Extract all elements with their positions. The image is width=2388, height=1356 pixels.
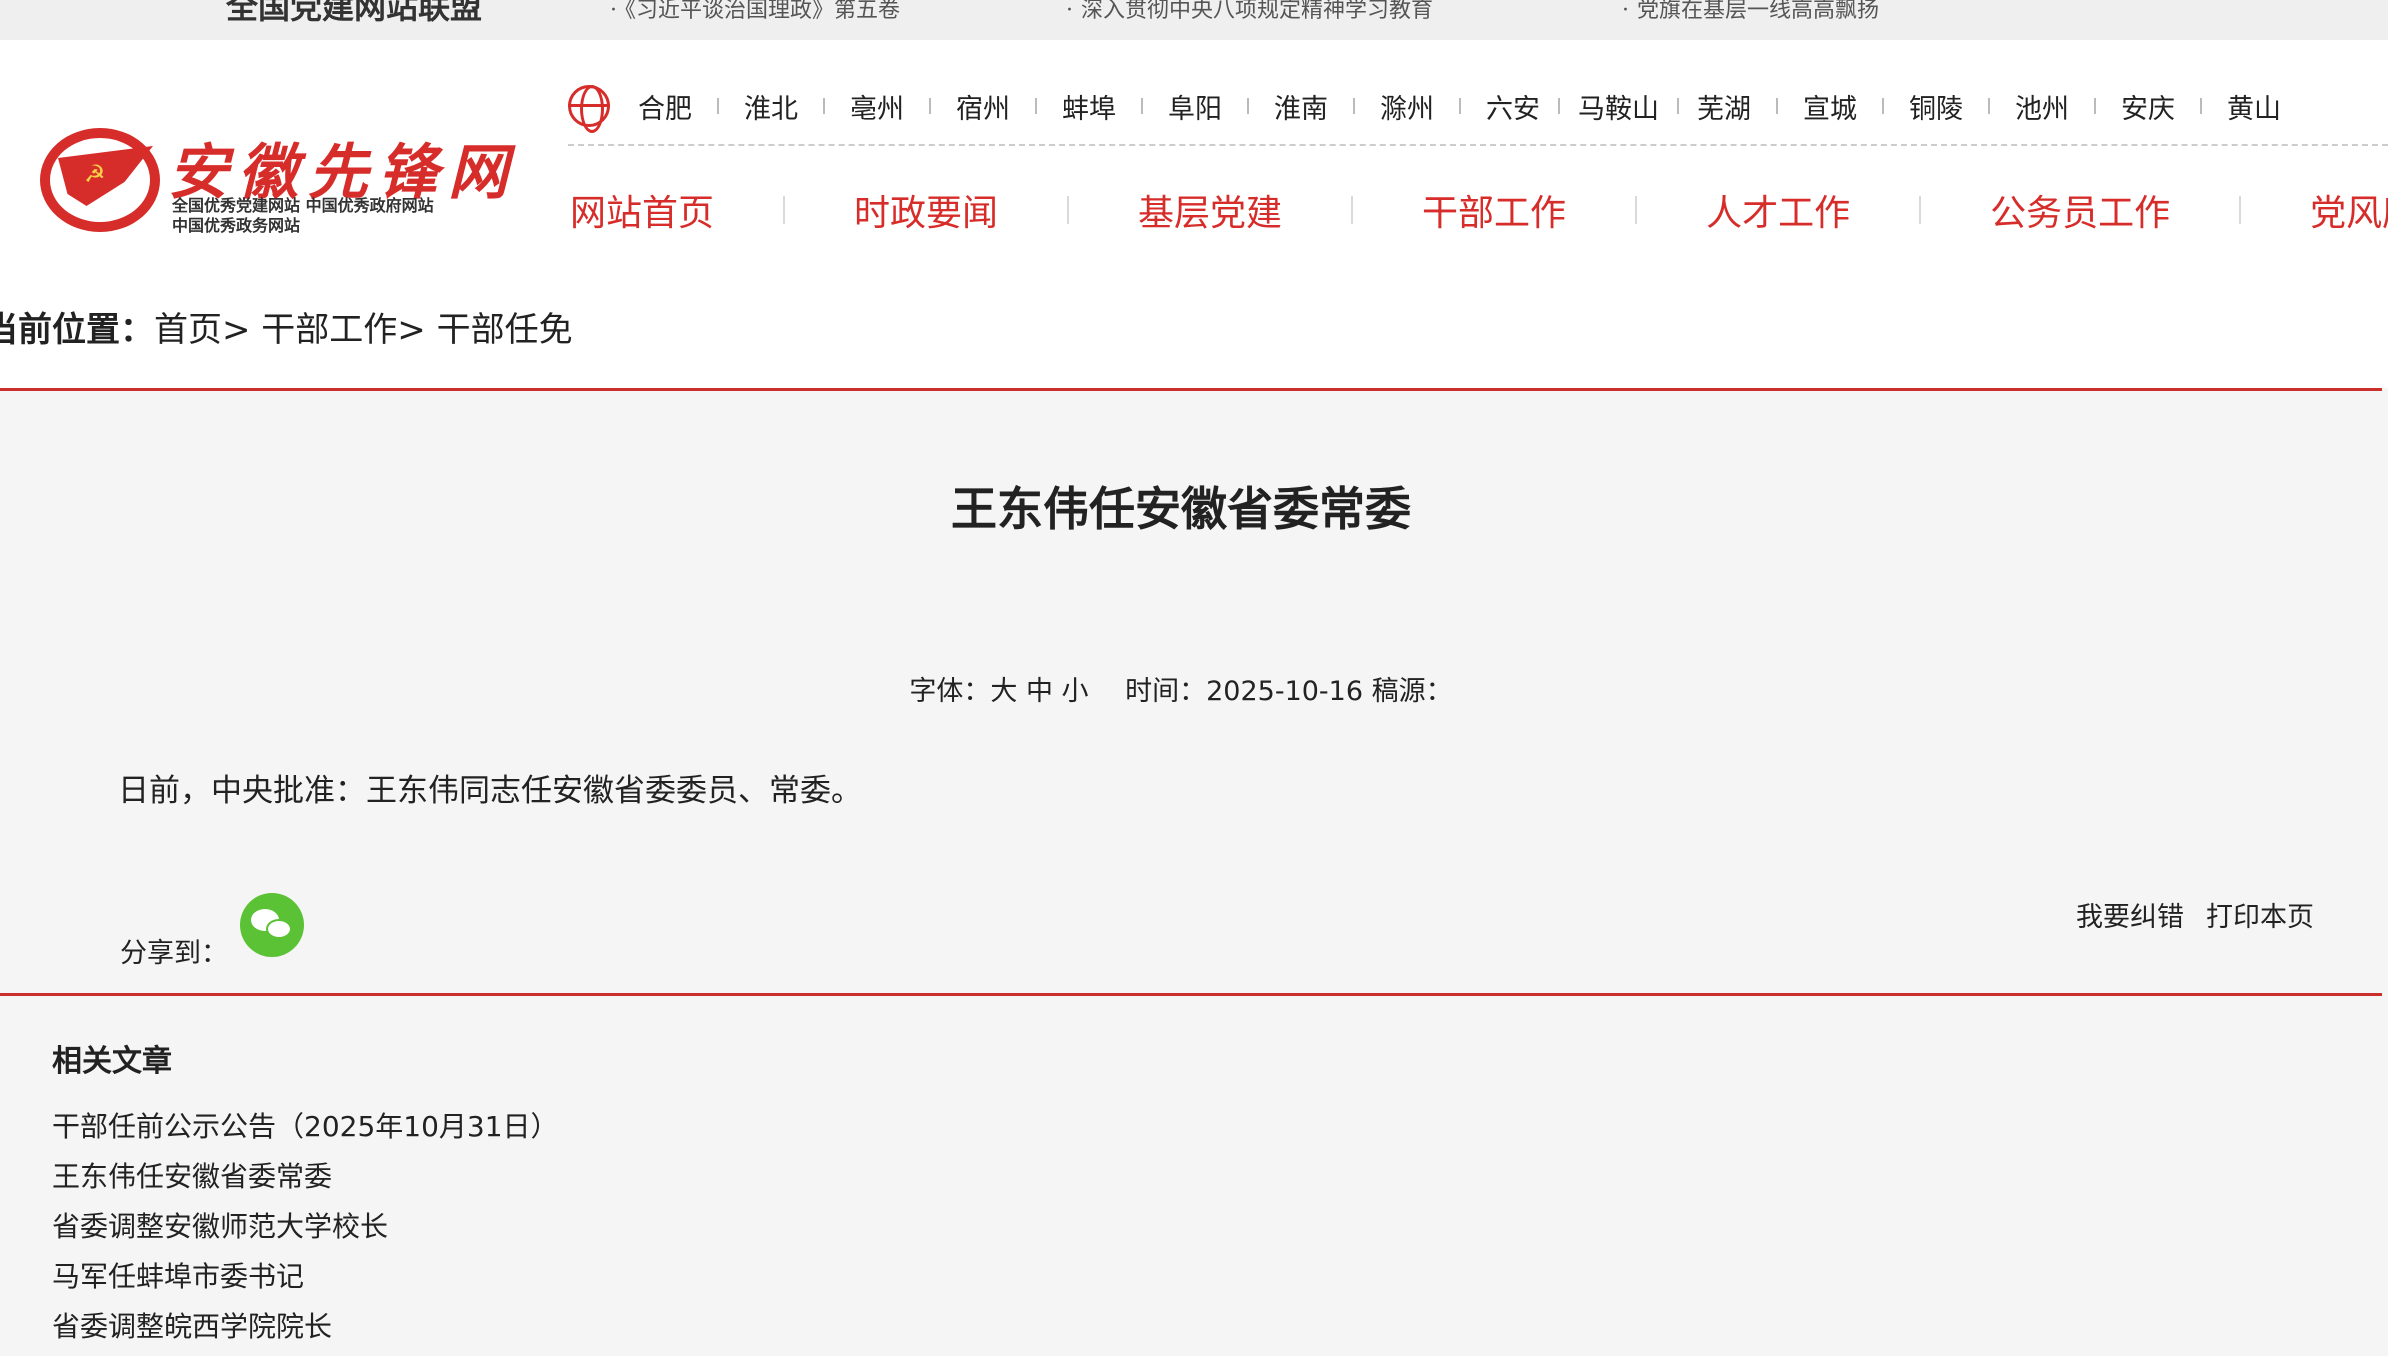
publish-date: 2025-10-16 <box>1206 676 1364 707</box>
nav-cadre-work[interactable]: 干部工作 <box>1422 184 1566 236</box>
site-header: ☭ 安徽先锋网 全国优秀党建网站 中国优秀政府网站 中国优秀政务网站 合肥 淮北… <box>0 40 2388 276</box>
related-article-link[interactable]: 省委调整皖西学院院长 <box>52 1302 559 1352</box>
related-article-link[interactable]: 干部任前公示公告（2025年10月31日） <box>52 1102 559 1152</box>
article-tools: 我要纠错 打印本页 <box>2076 895 2314 934</box>
city-link[interactable]: 池州 <box>2015 87 2069 126</box>
top-news-link[interactable]: 党旗在基层一线高高飘扬 <box>1622 0 1879 24</box>
breadcrumb-label: 当前位置： <box>0 310 154 350</box>
related-article-link[interactable]: 马军任蚌埠市委书记 <box>52 1252 559 1302</box>
city-link[interactable]: 黄山 <box>2227 87 2281 126</box>
nav-grassroots-party[interactable]: 基层党建 <box>1138 184 1282 236</box>
logo-subtitle: 全国优秀党建网站 中国优秀政府网站 中国优秀政务网站 <box>172 196 434 235</box>
time-label: 时间： <box>1125 676 1207 707</box>
header-divider <box>568 144 2388 146</box>
alliance-title[interactable]: 全国党建网站联盟 <box>226 0 482 28</box>
font-size-label: 字体： <box>909 676 991 707</box>
city-link[interactable]: 阜阳 <box>1168 87 1222 126</box>
related-title: 相关文章 <box>52 1044 172 1079</box>
breadcrumb-path[interactable]: 首页> 干部工作> 干部任免 <box>154 310 573 350</box>
top-news-link[interactable]: 深入贯彻中央八项规定精神学习教育 <box>1066 0 1433 24</box>
city-nav: 合肥 淮北 亳州 宿州 蚌埠 阜阳 淮南 滁州 六安 马鞍山 芜湖 宣城 铜陵 … <box>568 82 2281 133</box>
city-link[interactable]: 安庆 <box>2121 87 2175 126</box>
city-link[interactable]: 滁州 <box>1380 87 1434 126</box>
font-size-medium[interactable]: 中 <box>1026 676 1053 707</box>
article: 王东伟任安徽省委常委 字体：大 中 小 时间：2025-10-16 稿源： 日前… <box>0 391 2382 993</box>
wechat-share-icon[interactable] <box>240 893 304 957</box>
city-link[interactable]: 淮北 <box>744 87 798 126</box>
report-error-link[interactable]: 我要纠错 <box>2076 902 2184 933</box>
article-meta: 字体：大 中 小 时间：2025-10-16 稿源： <box>0 669 2362 708</box>
font-size-large[interactable]: 大 <box>990 676 1017 707</box>
source-label: 稿源： <box>1371 676 1453 707</box>
breadcrumb-bar: 当前位置：首页> 干部工作> 干部任免 <box>0 276 2388 388</box>
nav-civil-servant[interactable]: 公务员工作 <box>1990 184 2170 236</box>
site-logo[interactable]: ☭ 安徽先锋网 全国优秀党建网站 中国优秀政府网站 中国优秀政务网站 <box>40 86 508 246</box>
nav-talent-work[interactable]: 人才工作 <box>1706 184 1850 236</box>
print-page-link[interactable]: 打印本页 <box>2206 902 2314 933</box>
related-article-link[interactable]: 省委调整安徽师范大学校长 <box>52 1202 559 1252</box>
city-link[interactable]: 铜陵 <box>1909 87 1963 126</box>
share-label: 分享到： <box>120 938 228 969</box>
city-link[interactable]: 淮南 <box>1274 87 1328 126</box>
top-news-link[interactable]: 《习近平谈治国理政》第五卷 <box>610 0 900 24</box>
breadcrumb: 当前位置：首页> 干部工作> 干部任免 <box>0 302 573 351</box>
city-link[interactable]: 合肥 <box>638 87 692 126</box>
globe-icon <box>568 85 610 133</box>
font-size-small[interactable]: 小 <box>1062 676 1089 707</box>
related-articles: 相关文章 干部任前公示公告（2025年10月31日） 王东伟任安徽省委常委 省委… <box>0 996 2388 1356</box>
top-strip: 全国党建网站联盟 《习近平谈治国理政》第五卷 深入贯彻中央八项规定精神学习教育 … <box>0 0 2388 40</box>
nav-integrity[interactable]: 党风廉政 <box>2310 184 2388 236</box>
party-flag-icon: ☭ <box>40 128 160 232</box>
related-article-link[interactable]: 王东伟任安徽省委常委 <box>52 1152 559 1202</box>
city-link[interactable]: 马鞍山 <box>1578 87 1659 126</box>
city-link[interactable]: 六安 <box>1486 87 1540 126</box>
city-link[interactable]: 宣城 <box>1803 87 1857 126</box>
city-link[interactable]: 亳州 <box>850 87 904 126</box>
related-list: 干部任前公示公告（2025年10月31日） 王东伟任安徽省委常委 省委调整安徽师… <box>52 1102 559 1352</box>
city-link[interactable]: 宿州 <box>956 87 1010 126</box>
city-link[interactable]: 蚌埠 <box>1062 87 1116 126</box>
article-title: 王东伟任安徽省委常委 <box>951 482 1411 536</box>
main-nav: 网站首页 时政要闻 基层党建 干部工作 人才工作 公务员工作 党风廉政 <box>570 180 2388 240</box>
nav-home[interactable]: 网站首页 <box>570 184 714 236</box>
article-body: 日前，中央批准：王东伟同志任安徽省委委员、常委。 <box>118 773 862 809</box>
nav-politics-news[interactable]: 时政要闻 <box>854 184 998 236</box>
city-link[interactable]: 芜湖 <box>1697 87 1751 126</box>
